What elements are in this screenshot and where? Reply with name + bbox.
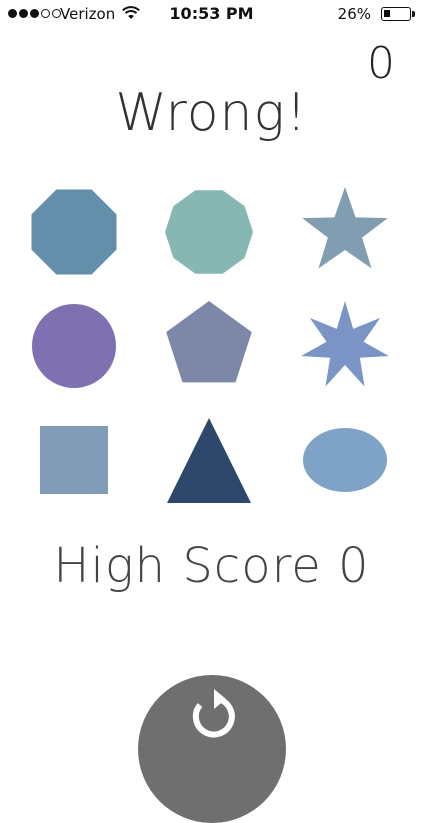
decagon-shape[interactable] bbox=[161, 184, 257, 280]
seven-point-star-shape[interactable] bbox=[297, 298, 393, 394]
refresh-icon bbox=[192, 689, 235, 738]
square-shape[interactable] bbox=[26, 412, 122, 508]
shape-grid bbox=[0, 0, 423, 750]
circle-shape[interactable] bbox=[26, 298, 122, 394]
restart-button[interactable] bbox=[138, 675, 286, 823]
high-score: High Score 0 bbox=[53, 538, 370, 594]
pentagon-shape[interactable] bbox=[161, 298, 257, 394]
triangle-shape[interactable] bbox=[161, 412, 257, 508]
octagon-shape[interactable] bbox=[26, 184, 122, 280]
star-shape[interactable] bbox=[297, 184, 393, 280]
ellipse-shape[interactable] bbox=[297, 412, 393, 508]
